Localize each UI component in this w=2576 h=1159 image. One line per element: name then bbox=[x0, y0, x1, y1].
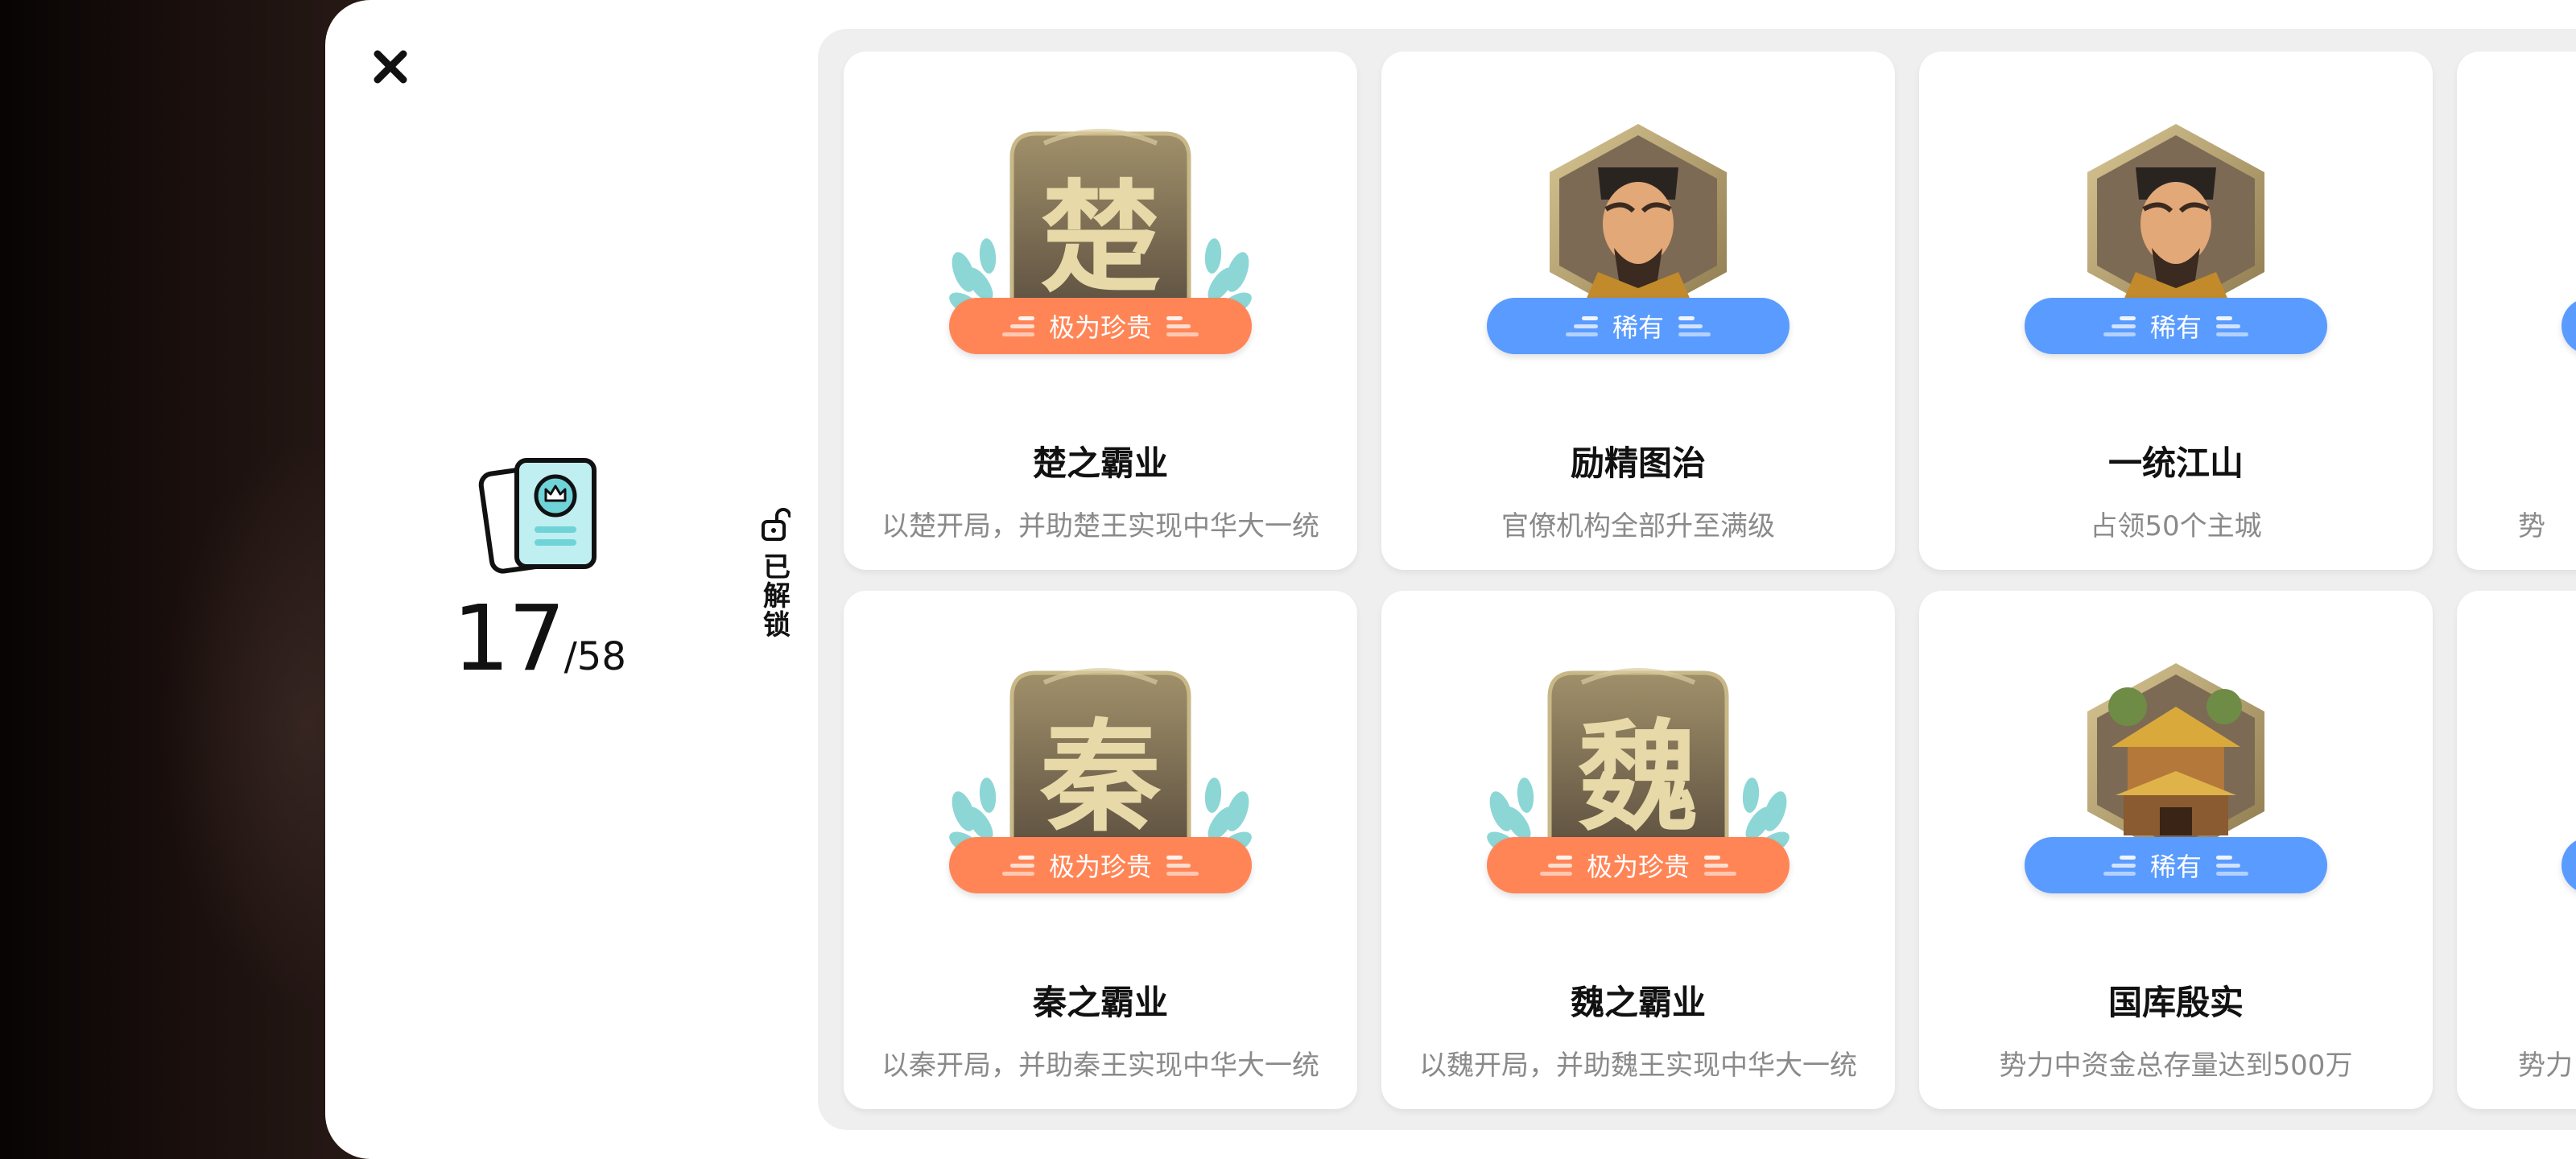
rarity-bars-left bbox=[2103, 316, 2136, 336]
svg-text:魏: 魏 bbox=[1578, 708, 1699, 848]
achievement-card[interactable]: 稀有一统江山占领50个主城 bbox=[1919, 52, 2433, 570]
achievement-grid: 楚极为珍贵 楚之霸业 以楚开局，并助楚王实现中华大一统 稀有 励精图治 官僚机构全部升至满… bbox=[818, 29, 2576, 1130]
achievement-desc: 以楚开局，并助楚王实现中华大一统 bbox=[881, 510, 1319, 542]
rarity-bars-right bbox=[2216, 855, 2248, 876]
svg-text:秦: 秦 bbox=[1039, 708, 1162, 848]
rarity-badge: 极为珍贵 bbox=[1487, 837, 1790, 893]
rarity-bars-left bbox=[1539, 855, 1572, 876]
achievement-desc: 官僚机构全部升至满级 bbox=[1501, 510, 1775, 542]
unlocked-filter-tab[interactable]: 已解锁 bbox=[755, 507, 794, 639]
achievement-title: 魏之霸业 bbox=[1570, 983, 1706, 1022]
unlocked-tab-label: 已解锁 bbox=[758, 552, 791, 639]
achievement-desc: 势力中资金总存量达到500万 bbox=[1999, 1050, 2353, 1082]
rarity-badge: 极为珍贵 bbox=[949, 837, 1252, 893]
rarity-badge: 稀有 bbox=[2025, 837, 2327, 893]
achievement-title: 励精图治 bbox=[1570, 443, 1706, 483]
achievement-card[interactable]: 势 bbox=[2457, 52, 2576, 570]
achievement-desc: 占领50个主城 bbox=[2090, 510, 2262, 542]
achievement-card[interactable]: 秦极为珍贵秦之霸业以秦开局，并助秦王实现中华大一统 bbox=[844, 591, 1357, 1109]
achievement-card[interactable]: 稀有励精图治官僚机构全部升至满级 bbox=[1381, 52, 1895, 570]
achievement-card[interactable]: 楚极为珍贵楚之霸业以楚开局，并助楚王实现中华大一统 bbox=[844, 52, 1357, 570]
achievement-desc: 以魏开局，并助魏王实现中华大一统 bbox=[1419, 1050, 1857, 1082]
close-icon bbox=[374, 50, 407, 84]
unlock-icon bbox=[762, 508, 791, 541]
rarity-badge: 稀有 bbox=[1487, 298, 1790, 354]
achievement-desc: 以秦开局，并助秦王实现中华大一统 bbox=[881, 1050, 1319, 1082]
rarity-bars-left bbox=[2103, 855, 2136, 876]
achievement-count: 17/58 bbox=[451, 594, 628, 684]
rarity-badge bbox=[2562, 837, 2576, 893]
rarity-label: 极为珍贵 bbox=[1048, 312, 1152, 343]
rarity-bars-right bbox=[1166, 316, 1199, 336]
achievement-card[interactable]: 稀有国库殷实势力中资金总存量达到500万 bbox=[1919, 591, 2433, 1109]
achievement-title: 楚之霸业 bbox=[1032, 443, 1168, 483]
achievement-desc: 势 bbox=[2518, 510, 2545, 542]
rarity-label: 稀有 bbox=[2149, 852, 2202, 882]
rarity-bars-right bbox=[1704, 855, 1736, 876]
achievement-card[interactable]: 势力 bbox=[2457, 591, 2576, 1109]
rarity-badge: 极为珍贵 bbox=[949, 298, 1252, 354]
rarity-badge: 稀有 bbox=[2025, 298, 2327, 354]
achievement-card[interactable]: 魏极为珍贵魏之霸业以魏开局，并助魏王实现中华大一统 bbox=[1381, 591, 1895, 1109]
achievement-title: 一统江山 bbox=[2107, 443, 2244, 483]
rarity-bars-left bbox=[1001, 855, 1034, 876]
rarity-label: 稀有 bbox=[1612, 312, 1664, 343]
achievement-summary: 17/58 bbox=[451, 456, 628, 684]
total-count: /58 bbox=[564, 634, 626, 679]
achievement-title: 秦之霸业 bbox=[1032, 983, 1168, 1022]
achievement-cards-icon bbox=[478, 458, 597, 574]
rarity-bars-right bbox=[1678, 316, 1711, 336]
rarity-label: 极为珍贵 bbox=[1586, 852, 1690, 882]
rarity-bars-left bbox=[1565, 316, 1598, 336]
rarity-label: 稀有 bbox=[2149, 312, 2202, 343]
svg-text:楚: 楚 bbox=[1040, 169, 1161, 309]
close-button[interactable] bbox=[364, 40, 417, 93]
rarity-label: 极为珍贵 bbox=[1048, 852, 1152, 882]
rarity-badge bbox=[2562, 298, 2576, 354]
achievement-title: 国库殷实 bbox=[2107, 983, 2244, 1022]
achievement-desc: 势力 bbox=[2518, 1050, 2573, 1082]
unlocked-count: 17 bbox=[452, 587, 566, 691]
rarity-bars-left bbox=[1001, 316, 1034, 336]
rarity-bars-right bbox=[2216, 316, 2248, 336]
rarity-bars-right bbox=[1166, 855, 1199, 876]
